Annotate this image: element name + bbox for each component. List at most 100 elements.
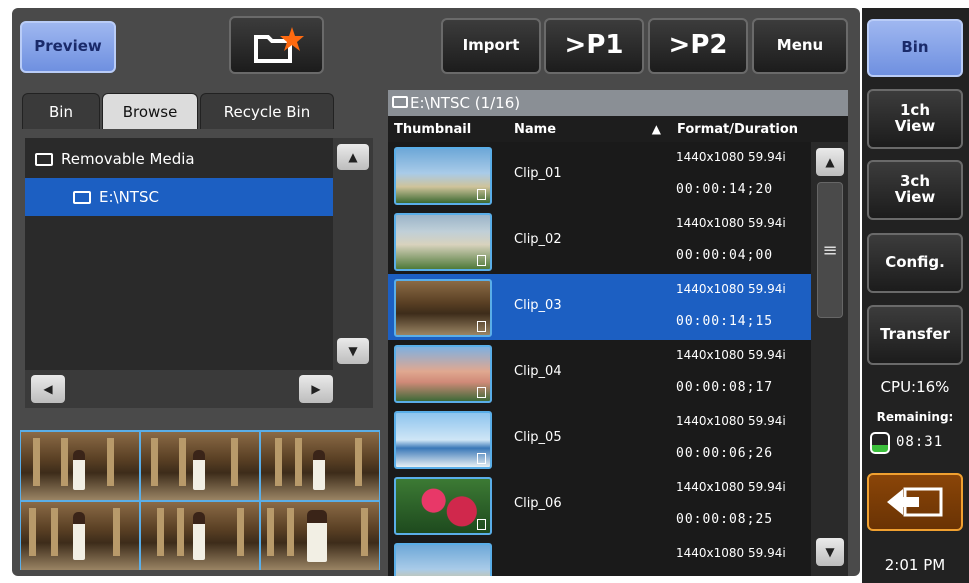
clip-format: 1440x1080 59.94i [676,150,786,164]
clip-thumbnail [394,279,492,337]
scroll-thumb[interactable]: ≡ [817,182,843,318]
tree-item-removable-media[interactable]: Removable Media [25,140,333,178]
cpu-usage: CPU:16% [880,378,950,396]
tab-bin[interactable]: Bin [22,93,100,129]
clip-format: 1440x1080 59.94i [676,348,786,362]
tree-horizontal-scrollbar[interactable]: ◀ ▶ [25,370,373,408]
config-button[interactable]: Config. [867,233,963,293]
scroll-up-button[interactable]: ▲ [337,144,369,170]
clip-list-path: E:\NTSC (1/16) [410,94,521,112]
clip-thumbnail [394,147,492,205]
folder-icon [35,152,53,166]
bin-button[interactable]: Bin [867,19,963,77]
send-p2-button[interactable]: >P2 [648,18,748,74]
clip-name: Clip_06 [514,496,562,511]
tree-item-label: E:\NTSC [99,188,159,206]
clip-name: Clip_01 [514,166,562,181]
tab-recycle-bin[interactable]: Recycle Bin [200,93,334,129]
send-p1-button[interactable]: >P1 [544,18,644,74]
preview-frame [141,502,259,570]
clip-row[interactable]: Clip_02 1440x1080 59.94i 00:00:04;00 [388,208,811,274]
folder-tree: Removable Media E:\NTSC [25,138,333,370]
clip-format: 1440x1080 59.94i [676,414,786,428]
clip-row[interactable]: Clip_05 1440x1080 59.94i 00:00:06;26 [388,406,811,472]
preview-frame [21,432,139,500]
new-bin-button[interactable] [229,16,324,74]
triangle-up-icon: ▲ [348,150,358,164]
clip-format: 1440x1080 59.94i [676,216,786,230]
clip-list-path-header: E:\NTSC (1/16) [388,90,848,116]
film-icon [477,453,486,464]
clip-thumbnail [394,345,492,403]
column-header-format-duration[interactable]: Format/Duration [669,116,848,142]
preview-frame [141,432,259,500]
scroll-down-button[interactable]: ▼ [816,538,844,566]
clip-row[interactable]: Clip_01 1440x1080 59.94i 00:00:14;20 [388,142,811,208]
clip-thumbnail [394,477,492,535]
clip-thumbnail [394,543,492,576]
triangle-up-icon: ▲ [825,155,835,169]
column-header-name-label: Name [514,121,557,137]
triangle-down-icon: ▼ [348,344,358,358]
triangle-left-icon: ◀ [43,382,53,396]
grip-icon: ≡ [822,239,838,261]
sort-ascending-icon: ▲ [651,122,661,136]
new-folder-star-icon [253,27,304,63]
menu-button[interactable]: Menu [752,18,848,74]
tree-vertical-scrollbar[interactable]: ▲ ▼ [333,138,373,370]
column-header-name[interactable]: Name ▲ [506,116,669,142]
triangle-down-icon: ▼ [825,545,835,559]
scroll-right-button[interactable]: ▶ [299,375,333,403]
exit-arrow-icon [887,487,943,517]
clip-name: Clip_02 [514,232,562,247]
storage-icon [870,432,890,454]
clip-name: Clip_04 [514,364,562,379]
1ch-view-button[interactable]: 1ch View [867,89,963,149]
clip-format: 1440x1080 59.94i [676,480,786,494]
film-icon [477,387,486,398]
clip-duration: 00:00:08;25 [676,512,774,527]
tree-item-e-ntsc[interactable]: E:\NTSC [25,178,333,216]
preview-frame [261,432,379,500]
clip-name: Clip_05 [514,430,562,445]
clip-row[interactable]: Clip_04 1440x1080 59.94i 00:00:08;17 [388,340,811,406]
tab-browse[interactable]: Browse [102,93,198,129]
clip-duration: 00:00:06;26 [676,446,774,461]
clip-list-scrollbar[interactable]: ▲ ≡ ▼ [811,142,848,576]
transfer-button[interactable]: Transfer [867,305,963,365]
triangle-right-icon: ▶ [311,382,321,396]
clip-duration: 00:00:04;00 [676,248,774,263]
column-header-thumbnail[interactable]: Thumbnail [388,116,506,142]
remaining-time: 08:31 [896,434,944,450]
remaining-label: Remaining: [876,410,954,424]
preview-frame [261,502,379,570]
preview-button[interactable]: Preview [20,21,116,73]
tree-item-label: Removable Media [61,150,195,168]
scroll-left-button[interactable]: ◀ [31,375,65,403]
folder-icon [392,96,408,108]
clip-thumbnail [394,411,492,469]
clock: 2:01 PM [884,556,946,574]
clip-row[interactable]: Clip_03 1440x1080 59.94i 00:00:14;15 [388,274,811,340]
3ch-view-button[interactable]: 3ch View [867,160,963,220]
film-icon [477,519,486,530]
clip-duration: 00:00:14;15 [676,314,774,329]
clip-row[interactable]: Clip_06 1440x1080 59.94i 00:00:08;25 [388,472,811,538]
clip-name: Clip_03 [514,298,562,313]
scroll-down-button[interactable]: ▼ [337,338,369,364]
preview-thumbnail-grid[interactable] [20,430,380,570]
scroll-up-button[interactable]: ▲ [816,148,844,176]
exit-button[interactable] [867,473,963,531]
clip-list: Clip_01 1440x1080 59.94i 00:00:14;20 Clip_0… [388,142,811,576]
clip-duration: 00:00:08;17 [676,380,774,395]
preview-frame [21,502,139,570]
folder-icon [73,190,91,204]
clip-format: 1440x1080 59.94i [676,546,786,560]
clip-thumbnail [394,213,492,271]
import-button[interactable]: Import [441,18,541,74]
film-icon [477,255,486,266]
film-icon [477,189,486,200]
clip-row[interactable]: 1440x1080 59.94i [388,538,811,576]
clip-duration: 00:00:14;20 [676,182,774,197]
film-icon [477,321,486,332]
